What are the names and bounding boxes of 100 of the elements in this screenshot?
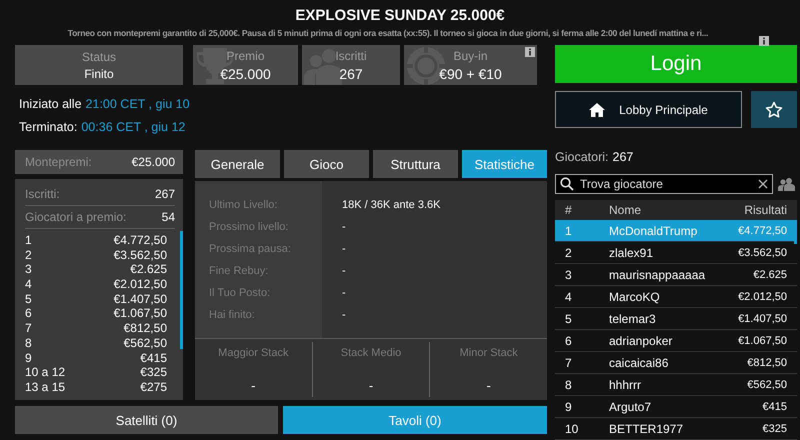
stat-label: Fine Rebuy: [208,264,270,279]
name-cell-text: caicaicai86 [609,356,670,370]
name-cell-text: telemar3 [609,312,657,326]
payout-amount: €1.067,50 [114,306,167,322]
stat-label: Buy-in [453,48,488,62]
rank-cell-text: 4 [564,290,573,304]
stat-value: - [342,242,347,257]
search-icon [560,177,574,191]
rank-cell-text: 10 [564,422,580,436]
lobby-button[interactable]: Lobby Principale [555,91,742,128]
time-label: Terminato: [19,119,78,136]
rank-cell-text: 5 [564,312,573,326]
payout-place: 3 [25,262,32,278]
player-row[interactable]: 5 telemar3 €1.407,50 [555,308,797,330]
stat-value: Finito [84,66,114,80]
payout-place: 13 a 15 [25,380,66,395]
player-row[interactable]: 2 zlalex91 €3.562,50 [555,242,797,264]
payout-place: 5 [25,292,32,306]
payout-place: 6 [25,306,32,322]
result-cell-text: €562,50 [746,378,788,390]
scrollbar-thumb[interactable] [180,231,183,349]
stat-label: Prossima pausa: [208,242,292,257]
payout-amount: €1.407,50 [114,292,167,306]
info-value: 267 [154,187,175,201]
name-cell-text: Arguto7 [609,400,652,414]
result-cell-text: €415 [762,400,788,412]
column-header[interactable]: # [555,203,609,217]
stat-label: Ultimo Livello: [208,198,278,213]
payout-amount: €275 [140,380,167,395]
time-label: Iniziato alle [19,96,82,113]
stat-label: Hai finito: [208,308,256,323]
rank-cell-text: 3 [564,268,573,282]
payout-amount: €2.625 [130,262,167,278]
player-row[interactable]: 7 caicaicai86 €812,50 [555,352,797,374]
column-header[interactable]: Risultati [707,203,797,217]
payout-place: 10 a 12 [25,365,66,380]
stat-label: Status [82,50,116,64]
player-row[interactable]: 4 MarcoKQ €2.012,50 [555,286,797,308]
favorite-button[interactable] [751,91,797,128]
result-cell-text: €812,50 [746,356,788,368]
stat-label: Iscritti [335,48,367,62]
stat-value: - [342,308,347,323]
player-row[interactable]: 3 maurisnappaaaaa €2.625 [555,264,797,286]
payout-place: 1 [25,233,32,248]
players-count: 267 [612,150,634,164]
payout-amount: €3.562,50 [114,248,167,262]
info-value: 54 [162,210,175,224]
payout-amount: €812,50 [124,321,167,336]
result-cell-text: €1.067,50 [737,334,788,346]
name-cell-text: hhhrrr [609,378,642,392]
player-row[interactable]: 8 hhhrrr €562,50 [555,374,797,396]
star-icon [765,100,783,119]
payout-place: 9 [25,350,32,366]
player-row[interactable]: 9 Arguto7 €415 [555,396,797,418]
stat-value: - [342,220,347,235]
stat-label: Il Tuo Posto: [208,286,272,301]
result-cell-text: €325 [762,422,788,434]
stack-label: Stack Medio [340,346,402,361]
name-cell-text: adrianpoker [609,334,674,348]
result-cell-text: €3.562,50 [737,246,788,258]
payout-amount: €562,50 [124,336,167,350]
prize-pool-label: Montepremi: [25,155,92,169]
time-value: 00:36 CET , giu 12 [81,119,186,136]
name-cell-text: MarcoKQ [609,290,661,304]
rank-cell-text: 1 [564,224,573,238]
search-box[interactable]: Trova giocatore [555,174,773,194]
clear-icon[interactable] [758,179,768,189]
players-label: Giocatori: [555,150,608,164]
result-cell-text: €2.012,50 [737,290,788,302]
search-input[interactable]: Trova giocatore [580,177,752,191]
payout-place: 2 [25,248,32,262]
name-cell-text: BETTER1977 [609,422,684,436]
player-row[interactable]: 6 adrianpoker €1.067,50 [555,330,797,352]
stat-value: - [342,264,347,279]
stat-value: €90 + €10 [439,66,502,82]
name-cell-text: McDonaldTrump [609,224,698,238]
player-row[interactable]: 10 BETTER1977 €325 [555,418,797,440]
payout-place: 8 [25,336,32,350]
name-cell-text: maurisnappaaaaa [609,268,706,282]
result-cell-text: €4.772,50 [737,224,788,236]
stat-value: - [342,286,347,301]
stat-value: 267 [339,66,363,82]
rank-cell-text: 2 [564,246,573,260]
stat-label: Prossimo livello: [208,220,290,235]
stack-value: - [368,377,374,395]
name-cell-text: zlalex91 [609,246,654,260]
tab[interactable]: Generale [195,150,280,178]
column-header[interactable]: Nome [609,203,707,217]
tab[interactable]: Gioco [284,150,369,178]
result-cell-text: €1.407,50 [737,312,788,324]
prize-pool-value: €25.000 [132,155,175,169]
payout-place: 7 [25,321,32,336]
info-label: Iscritti: [25,187,60,201]
tab[interactable]: Satelliti (0) [15,406,278,434]
rank-cell-text: 9 [564,400,573,414]
people-icon[interactable] [778,177,795,191]
tab[interactable]: Struttura [373,150,458,178]
rank-cell-text: 6 [564,334,573,348]
rank-cell-text: 8 [564,378,573,392]
stat-label: Premio [226,48,264,62]
